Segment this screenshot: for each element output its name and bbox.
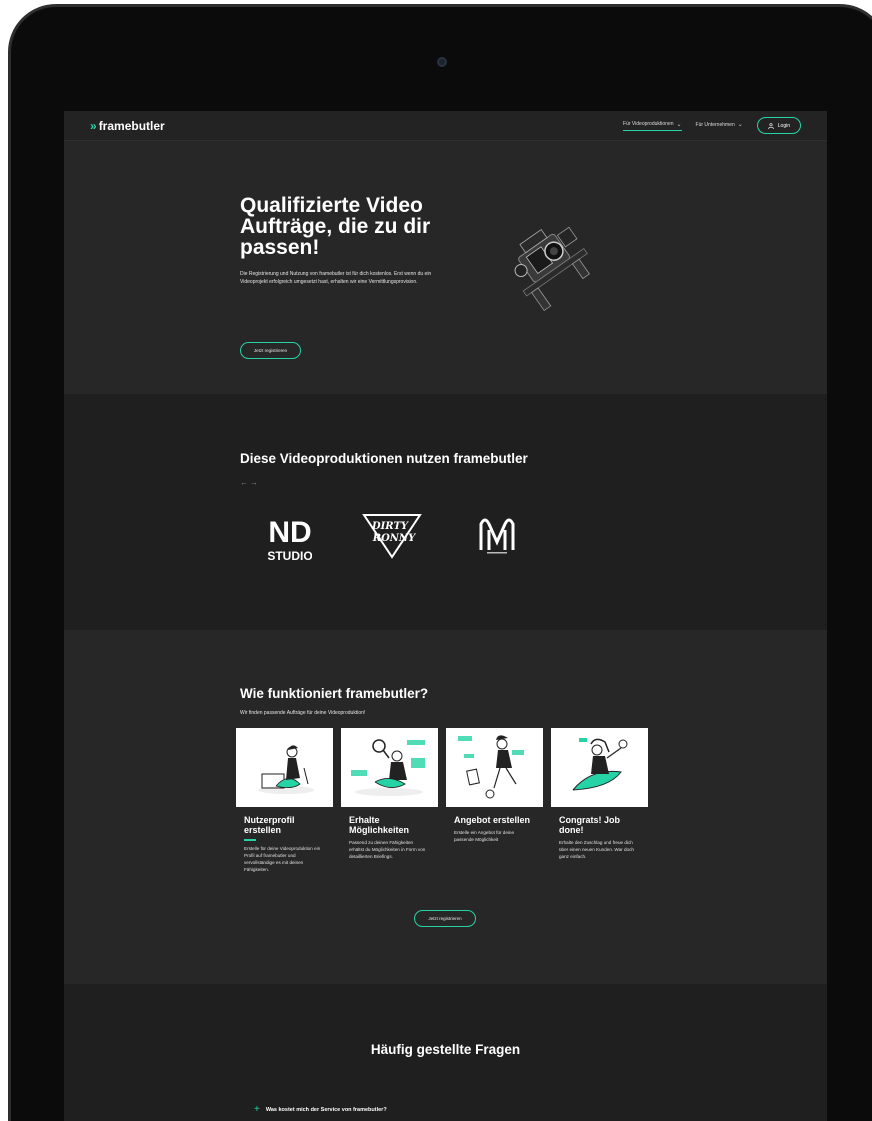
- partners-title: Diese Videoproduktionen nutzen framebutl…: [240, 451, 528, 466]
- logo-chevrons-icon: »: [90, 118, 97, 133]
- front-camera: [437, 57, 447, 67]
- step-title: Nutzerprofil erstellen: [244, 815, 295, 835]
- steps-list: Nutzerprofil erstellen Erstelle für dein…: [236, 728, 648, 873]
- hero-description: Die Registrierung und Nutzung von frameb…: [240, 271, 432, 285]
- step-illustration: [446, 728, 543, 807]
- step-illustration: [341, 728, 438, 807]
- logo-text-ronny: RONNY: [372, 533, 416, 544]
- logo-text-dirty: DIRTY: [371, 521, 409, 532]
- faq-question[interactable]: + Was kostet mich der Service von frameb…: [254, 1104, 387, 1115]
- plus-icon: +: [254, 1104, 260, 1115]
- nav-item-videoproduktionen[interactable]: Für Videoproduktionen ⌄: [623, 121, 682, 131]
- step-illustration: [551, 728, 648, 807]
- step-card: Erhalte Möglichkeiten Passend zu deinen …: [341, 728, 438, 873]
- how-it-works-section: Wie funktioniert framebutler? Wir finden…: [64, 630, 827, 984]
- faq-question-text: Was kostet mich der Service von framebut…: [265, 1106, 387, 1113]
- step-title: Erhalte Möglichkeiten: [349, 815, 410, 835]
- carousel-arrows[interactable]: ←→: [240, 478, 260, 487]
- offer-illustration-icon: [458, 735, 524, 799]
- nav-item-unternehmen[interactable]: Für Unternehmen ⌄: [696, 121, 743, 130]
- step-accent-line: [244, 839, 256, 841]
- job-done-illustration-icon: [572, 738, 628, 791]
- chevron-down-icon: ⌄: [676, 121, 682, 128]
- step-title: Angebot erstellen: [454, 815, 531, 825]
- partners-section: Diese Videoproduktionen nutzen framebutl…: [64, 394, 827, 630]
- register-button-secondary[interactable]: Jetzt registrieren: [414, 910, 476, 927]
- step-text: Erstelle für deine Videoproduktion ein P…: [244, 846, 321, 872]
- step-text: Erstelle ein Angebot für deine passende …: [454, 830, 515, 842]
- how-title: Wie funktioniert framebutler?: [240, 686, 429, 701]
- step-card: Angebot erstellen Erstelle ein Angebot f…: [446, 728, 543, 873]
- mw-logo: [479, 518, 515, 554]
- step-text: Erhalte den Zuschlag und freue dich über…: [559, 840, 634, 859]
- logo-text: framebutler: [98, 118, 165, 133]
- faq-section: Häufig gestellte Fragen + Was kostet mic…: [64, 984, 827, 1121]
- nav-item-label: Für Videoproduktionen: [623, 121, 674, 127]
- nd-studio-logo: ND STUDIO: [268, 516, 312, 563]
- user-icon: [768, 122, 774, 129]
- hero-title: Qualifizierte Video Aufträge, die zu dir…: [240, 194, 431, 259]
- login-label: Login: [777, 122, 790, 129]
- login-button[interactable]: Login: [756, 117, 801, 134]
- logo-text-nd: ND: [268, 516, 311, 549]
- step-text: Passend zu deinen Fähigkeiten erhältst d…: [349, 840, 426, 859]
- step-card: Nutzerprofil erstellen Erstelle für dein…: [236, 728, 333, 873]
- how-subtitle: Wir finden passende Aufträge für deine V…: [240, 710, 366, 716]
- framebutler-logo[interactable]: » framebutler: [90, 119, 165, 133]
- chevron-down-icon: ⌄: [737, 122, 743, 128]
- faq-title: Häufig gestellte Fragen: [370, 1042, 521, 1057]
- website-screen: » framebutler Für Videoproduktionen ⌄ Fü…: [64, 111, 827, 1121]
- opportunities-illustration-icon: [351, 739, 425, 796]
- hero-section: Qualifizierte Video Aufträge, die zu dir…: [64, 141, 827, 394]
- nav-menu: Für Videoproduktionen ⌄ Für Unternehmen …: [623, 117, 801, 134]
- register-button[interactable]: Jetzt registrieren: [240, 342, 301, 359]
- step-illustration: [236, 728, 333, 807]
- step-title: Congrats! Job done!: [559, 815, 621, 835]
- camera-rig-image: [514, 226, 590, 312]
- nav-item-label: Für Unternehmen: [695, 121, 735, 128]
- step-card: Congrats! Job done! Erhalte den Zuschlag…: [551, 728, 648, 873]
- logo-text-studio: STUDIO: [268, 549, 312, 563]
- profile-illustration-icon: [258, 745, 314, 794]
- dirty-ronny-logo: DIRTY RONNY: [362, 514, 422, 559]
- top-navigation: » framebutler Für Videoproduktionen ⌄ Fü…: [64, 111, 827, 141]
